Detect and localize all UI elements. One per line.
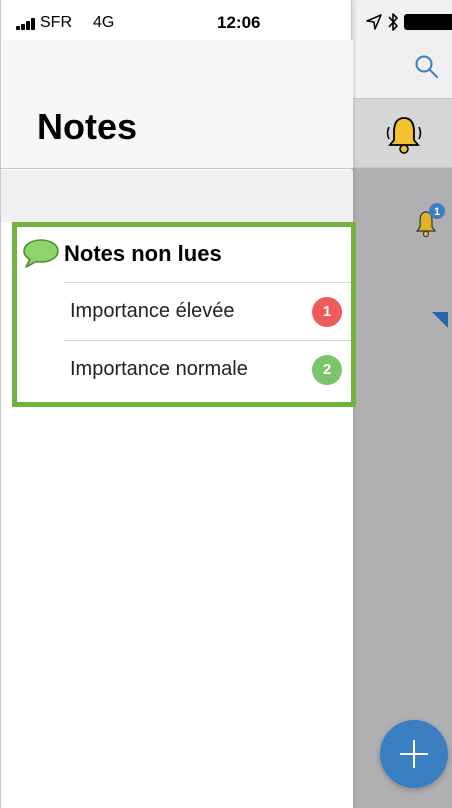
search-icon[interactable]: [414, 54, 440, 80]
navigation-drawer: Notes Notes non lues Importance élevée 1…: [0, 0, 356, 808]
signal-strength-icon: [16, 18, 40, 30]
carrier-name: SFR: [40, 14, 72, 31]
list-item-high-importance[interactable]: Importance élevée 1: [17, 283, 351, 340]
location-arrow-icon: [366, 14, 382, 30]
count-badge: 2: [312, 355, 342, 385]
list-item-label: Importance normale: [70, 358, 248, 380]
background-content: [352, 168, 452, 808]
status-time: 12:06: [217, 13, 261, 32]
add-icon[interactable]: [380, 720, 448, 788]
ringing-bell-icon[interactable]: [384, 112, 424, 156]
bell-badge-count: 1: [434, 206, 440, 218]
list-item-label: Importance élevée: [70, 300, 235, 322]
count-badge: 1: [312, 297, 342, 327]
section-unread-notes[interactable]: Notes non lues: [17, 227, 351, 282]
list-item-normal-importance[interactable]: Importance normale 2: [17, 341, 351, 398]
status-bar: SFR 4G 12:06: [0, 0, 452, 40]
bell-badge-icon[interactable]: 1: [412, 200, 452, 240]
network-type: 4G: [93, 14, 115, 31]
speech-bubble-icon: [23, 239, 59, 268]
page-title: Notes: [37, 106, 138, 147]
unread-notes-menu: Notes non lues Importance élevée 1 Impor…: [12, 222, 356, 407]
bluetooth-icon: [388, 13, 398, 31]
drawer-section-spacer: [1, 170, 353, 222]
battery-icon: [404, 14, 452, 30]
section-label: Notes non lues: [64, 241, 222, 266]
drawer-header: [1, 40, 353, 169]
dropdown-triangle-icon: [432, 312, 448, 328]
